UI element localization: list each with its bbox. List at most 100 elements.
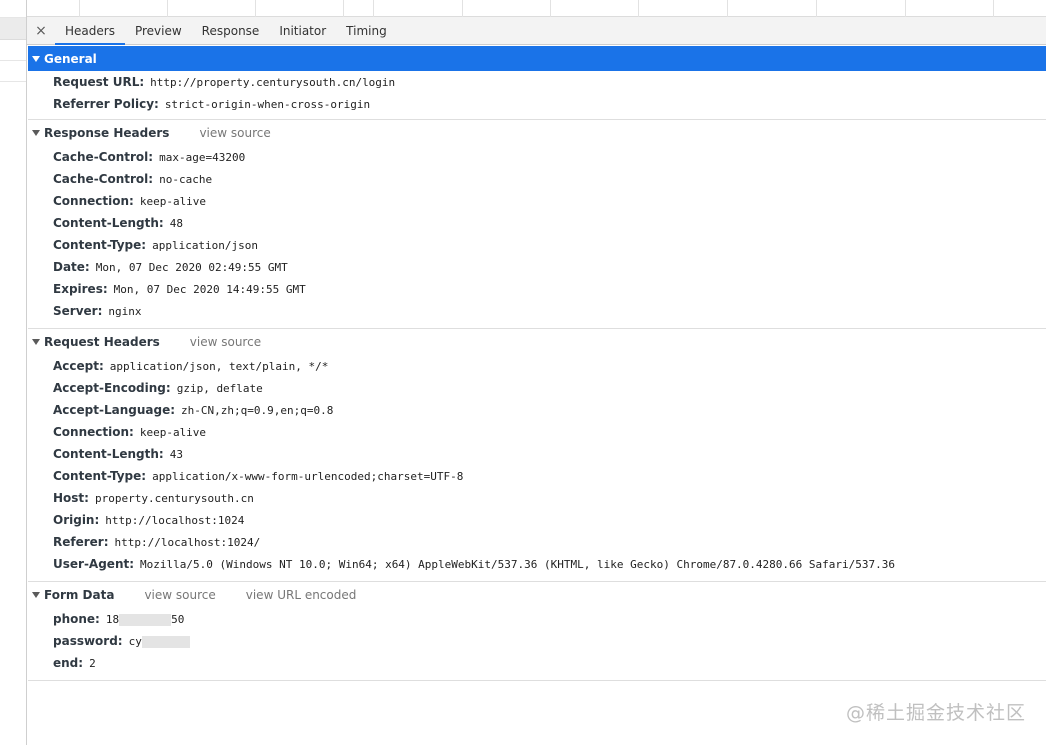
selected-request-row[interactable] [0, 18, 26, 40]
header-row: Content-Length: 43 [28, 443, 1046, 465]
expand-triangle-icon [32, 55, 40, 62]
header-row: Referer: http://localhost:1024/ [28, 531, 1046, 553]
form-field-value: 18 50 [105, 612, 185, 626]
header-key: Connection: [53, 425, 134, 439]
header-key: Host: [53, 491, 89, 505]
header-value: gzip, deflate [176, 381, 263, 395]
header-row: Connection: keep-alive [28, 190, 1046, 212]
general-section-header[interactable]: General [28, 46, 1046, 71]
header-row: Cache-Control: max-age=43200 [28, 146, 1046, 168]
header-key: Referer: [53, 535, 109, 549]
header-row: Accept: application/json, text/plain, */* [28, 355, 1046, 377]
form-field-value: cy [129, 635, 190, 648]
header-value: zh-CN,zh;q=0.9,en;q=0.8 [181, 403, 334, 417]
header-key: User-Agent: [53, 557, 135, 571]
header-value: application/json, text/plain, */* [109, 359, 329, 373]
view-source-link[interactable]: view source [199, 126, 270, 140]
header-value: nginx [108, 304, 142, 318]
header-row: Cache-Control: no-cache [28, 168, 1046, 190]
header-value: keep-alive [139, 194, 207, 208]
header-key: Referrer Policy: [53, 97, 159, 111]
form-field-key: end: [53, 656, 84, 670]
request-headers-section-header[interactable]: Request Headers view source [28, 329, 1046, 355]
header-key: Expires: [53, 282, 108, 296]
section-title: Form Data [44, 588, 115, 602]
header-row: Referrer Policy: strict-origin-when-cros… [28, 93, 1046, 115]
form-field-row: end: 2 [28, 652, 1046, 674]
header-key: Request URL: [53, 75, 145, 89]
form-field-key: phone: [53, 612, 100, 626]
header-key: Cache-Control: [53, 172, 154, 186]
tab-response[interactable]: Response [192, 17, 270, 44]
header-value: property.centurysouth.cn [94, 491, 254, 505]
header-row: Accept-Encoding: gzip, deflate [28, 377, 1046, 399]
value-suffix: 50 [171, 612, 185, 626]
header-key: Accept: [53, 359, 104, 373]
tab-initiator[interactable]: Initiator [269, 17, 336, 44]
header-row: Content-Length: 48 [28, 212, 1046, 234]
header-value: Mozilla/5.0 (Windows NT 10.0; Win64; x64… [140, 557, 896, 571]
header-value: max-age=43200 [159, 150, 246, 164]
form-field-key: password: [53, 634, 123, 648]
request-row[interactable] [0, 61, 26, 82]
view-source-link[interactable]: view source [190, 335, 261, 349]
header-value: keep-alive [139, 425, 207, 439]
header-value: 48 [169, 216, 183, 230]
header-value: http://localhost:1024 [105, 513, 245, 527]
form-field-row: phone: 18 50 [28, 608, 1046, 630]
header-key: Connection: [53, 194, 134, 208]
header-row: Server: nginx [28, 300, 1046, 322]
response-headers-section: Response Headers view source Cache-Contr… [28, 120, 1046, 329]
header-value: Mon, 07 Dec 2020 02:49:55 GMT [95, 260, 288, 274]
response-headers-section-header[interactable]: Response Headers view source [28, 120, 1046, 146]
headers-panel: General Request URL: http://property.cen… [28, 46, 1046, 745]
form-field-row: password: cy [28, 630, 1046, 652]
general-section: General Request URL: http://property.cen… [28, 46, 1046, 120]
header-value: strict-origin-when-cross-origin [164, 97, 371, 111]
header-row: Origin: http://localhost:1024 [28, 509, 1046, 531]
header-key: Date: [53, 260, 90, 274]
header-row: Date: Mon, 07 Dec 2020 02:49:55 GMT [28, 256, 1046, 278]
close-icon[interactable]: × [27, 17, 55, 44]
timeline-header-strip [27, 0, 1046, 17]
header-value: 43 [169, 447, 183, 461]
request-headers-section: Request Headers view source Accept: appli… [28, 329, 1046, 582]
header-value: http://localhost:1024/ [114, 535, 261, 549]
view-source-link[interactable]: view source [144, 588, 215, 602]
header-row: User-Agent: Mozilla/5.0 (Windows NT 10.0;… [28, 553, 1046, 575]
tab-preview[interactable]: Preview [125, 17, 192, 44]
watermark: @稀土掘金技术社区 [845, 702, 1026, 724]
section-title: General [44, 51, 97, 66]
header-value: application/json [152, 238, 259, 252]
header-key: Origin: [53, 513, 100, 527]
value-prefix: cy [128, 634, 142, 648]
header-key: Content-Type: [53, 469, 147, 483]
header-row: Content-Type: application/x-www-form-urle… [28, 465, 1046, 487]
header-value: Mon, 07 Dec 2020 14:49:55 GMT [113, 282, 306, 296]
header-row: Content-Type: application/json [28, 234, 1046, 256]
redacted-block [141, 635, 190, 648]
view-url-encoded-link[interactable]: view URL encoded [246, 588, 357, 602]
list-header [0, 0, 26, 18]
tab-timing[interactable]: Timing [336, 17, 397, 44]
expand-triangle-icon [32, 130, 40, 136]
expand-triangle-icon [32, 339, 40, 345]
value-prefix: 18 [105, 612, 120, 626]
header-value: no-cache [159, 172, 213, 186]
section-title: Response Headers [44, 126, 170, 140]
header-value: application/x-www-form-urlencoded;charse… [152, 469, 464, 483]
header-key: Content-Length: [53, 447, 164, 461]
header-key: Content-Type: [53, 238, 147, 252]
redacted-block [119, 613, 172, 626]
form-data-section: Form Data view source view URL encoded p… [28, 582, 1046, 681]
header-key: Server: [53, 304, 103, 318]
form-data-section-header[interactable]: Form Data view source view URL encoded [28, 582, 1046, 608]
form-field-value: 2 [89, 656, 96, 670]
request-row[interactable] [0, 40, 26, 61]
section-title: Request Headers [44, 335, 160, 349]
details-tab-bar: × Headers Preview Response Initiator Tim… [27, 17, 1046, 45]
tab-headers[interactable]: Headers [55, 17, 125, 45]
expand-triangle-icon [32, 592, 40, 598]
header-value: http://property.centurysouth.cn/login [150, 75, 396, 89]
network-request-list[interactable] [0, 0, 27, 745]
